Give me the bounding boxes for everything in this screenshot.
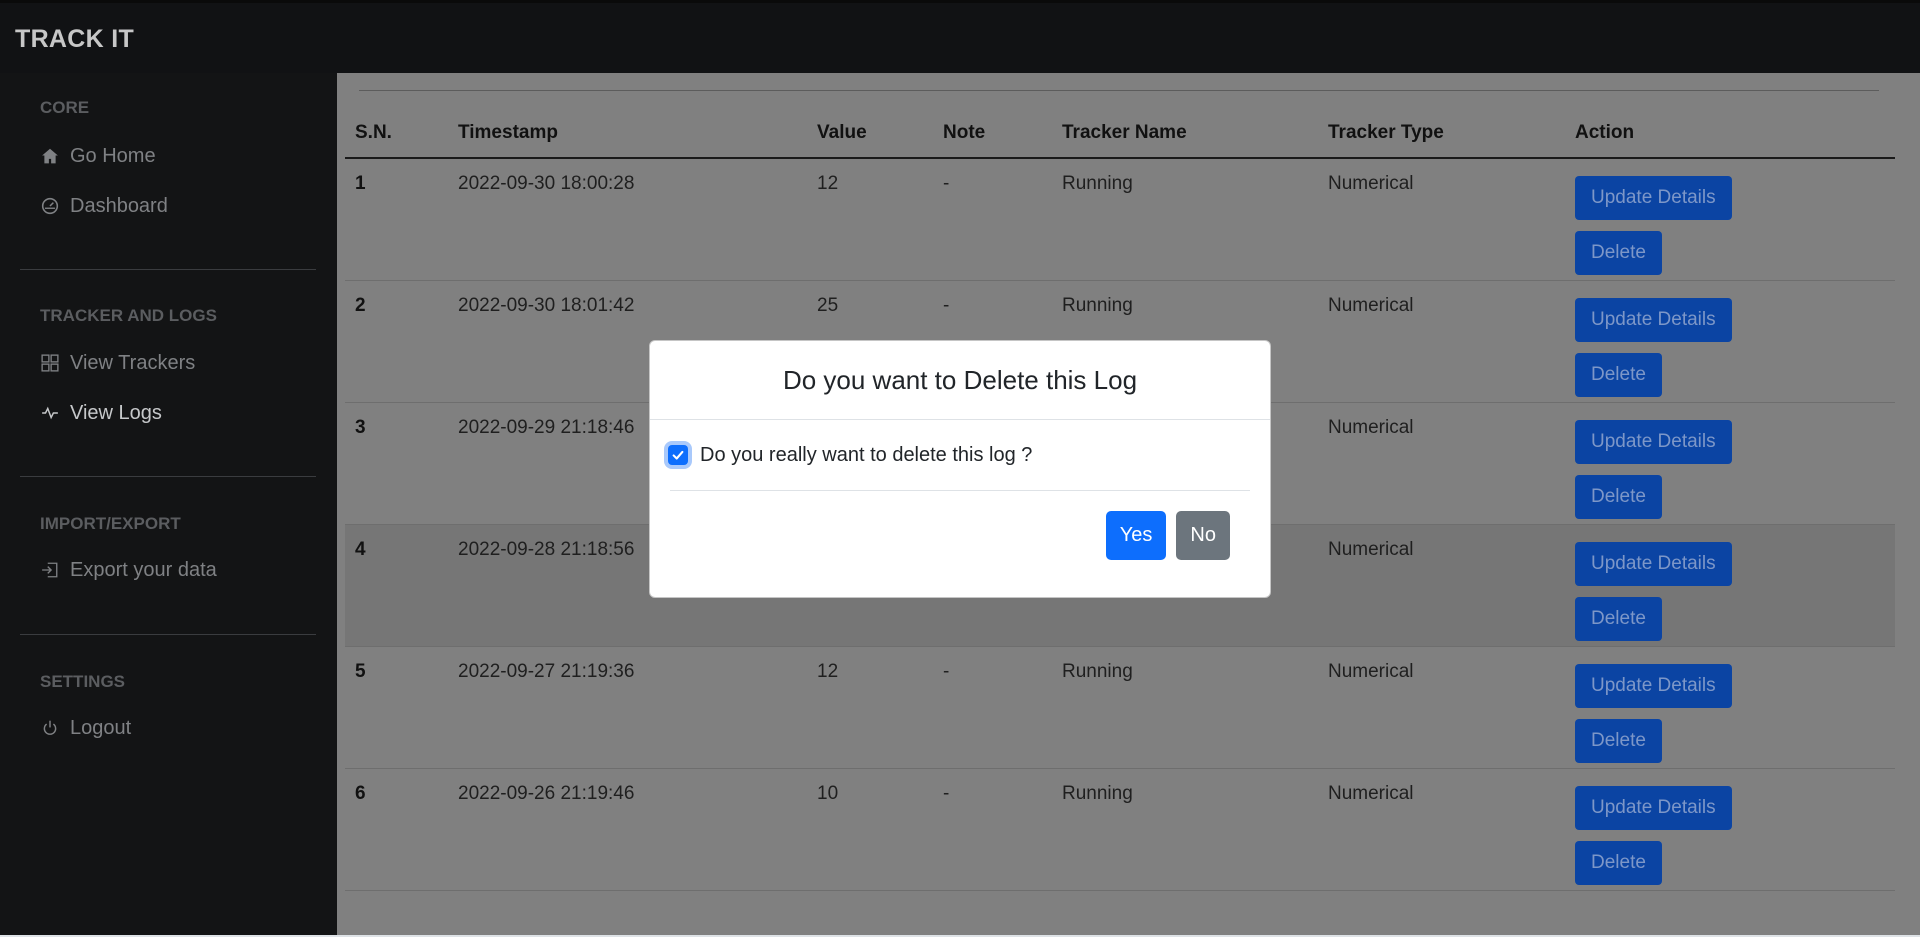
modal-body: Do you really want to delete this log ? <box>650 420 1270 491</box>
confirm-checkbox-row: Do you really want to delete this log ? <box>668 420 1250 490</box>
app-root: TRACK IT CORE Go Home Dashboard TRACKER … <box>0 0 1920 935</box>
modal-actions: Yes No <box>1105 511 1230 560</box>
confirm-checkbox[interactable] <box>668 445 688 465</box>
delete-log-modal: Do you want to Delete this Log Do you re… <box>649 340 1271 598</box>
check-icon <box>672 450 684 460</box>
confirm-checkbox-label[interactable]: Do you really want to delete this log ? <box>700 444 1032 467</box>
yes-button[interactable]: Yes <box>1105 511 1167 560</box>
modal-title: Do you want to Delete this Log <box>782 364 1138 395</box>
modal-divider <box>670 490 1250 491</box>
no-button[interactable]: No <box>1176 511 1230 560</box>
modal-header: Do you want to Delete this Log <box>650 341 1270 420</box>
